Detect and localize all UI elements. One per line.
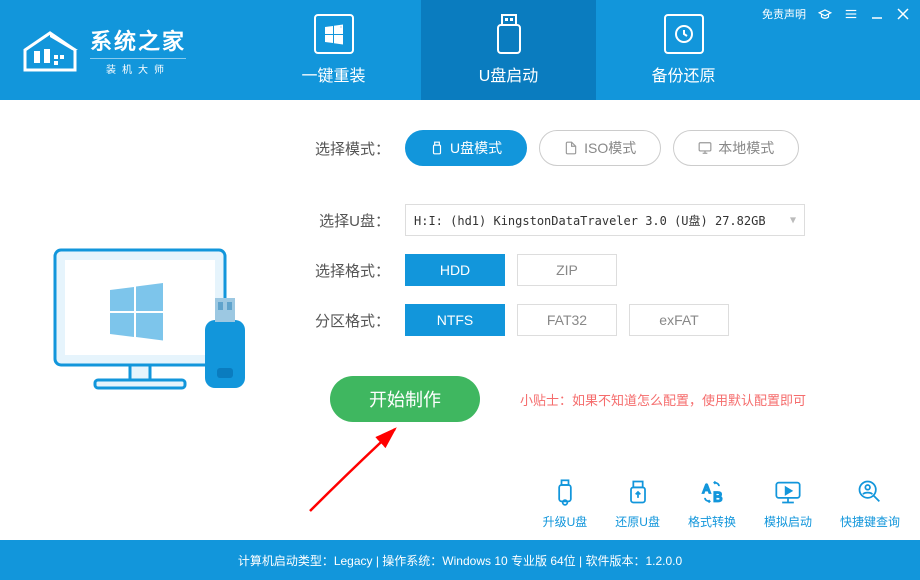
tab-label: 备份还原 [652, 62, 716, 86]
usb-icon [430, 141, 444, 155]
format-row: 选择格式： HDD ZIP [300, 254, 880, 286]
close-button[interactable] [896, 7, 910, 21]
format-label: 选择格式： [300, 260, 390, 281]
tool-upgrade-usb[interactable]: 升级U盘 [543, 477, 588, 530]
logo: 系统之家 装机大师 [0, 24, 186, 76]
partition-ntfs-button[interactable]: NTFS [405, 304, 505, 336]
chevron-down-icon: ▼ [790, 215, 796, 226]
file-icon [564, 141, 578, 155]
partition-row: 分区格式： NTFS FAT32 exFAT [300, 304, 880, 336]
tip-text: 小贴士：如果不知道怎么配置，使用默认配置即可 [520, 390, 806, 409]
tool-simulate-boot[interactable]: 模拟启动 [764, 477, 812, 530]
tabs: 一键重装 U盘启动 备份还原 [246, 0, 771, 100]
main-content: 选择模式： U盘模式 ISO模式 本地模式 选择U盘： H:I: (hd1) K… [0, 100, 920, 540]
action-row: 开始制作 小贴士：如果不知道怎么配置，使用默认配置即可 [330, 376, 880, 422]
svg-text:A: A [703, 483, 711, 496]
graduation-icon[interactable] [818, 7, 832, 21]
logo-icon [20, 25, 80, 75]
partition-fat32-button[interactable]: FAT32 [517, 304, 617, 336]
tab-backup[interactable]: 备份还原 [596, 0, 771, 100]
statusbar: 计算机启动类型：Legacy | 操作系统：Windows 10 专业版 64位… [0, 540, 920, 580]
mode-btn-label: ISO模式 [584, 138, 636, 158]
usb-upgrade-icon [550, 477, 580, 507]
partition-label: 分区格式： [300, 310, 390, 331]
tool-format-convert[interactable]: AB 格式转换 [688, 477, 736, 530]
svg-text:B: B [713, 488, 722, 504]
format-hdd-button[interactable]: HDD [405, 254, 505, 286]
statusbar-text: 计算机启动类型：Legacy | 操作系统：Windows 10 专业版 64位… [238, 552, 682, 569]
mode-iso-button[interactable]: ISO模式 [539, 130, 661, 166]
windows-reinstall-icon [314, 14, 354, 54]
start-button[interactable]: 开始制作 [330, 376, 480, 422]
minimize-button[interactable] [870, 7, 884, 21]
convert-icon: AB [697, 477, 727, 507]
usb-drive-row: 选择U盘： H:I: (hd1) KingstonDataTraveler 3.… [300, 204, 880, 236]
header: 免责声明 系统之家 装机大师 一键重装 U盘启动 备份还原 [0, 0, 920, 100]
menu-icon[interactable] [844, 7, 858, 21]
logo-title: 系统之家 [90, 24, 186, 56]
usb-drive-value: H:I: (hd1) KingstonDataTraveler 3.0 (U盘)… [414, 212, 766, 229]
usb-restore-icon [623, 477, 653, 507]
usb-drive-label: 选择U盘： [300, 210, 390, 231]
settings-panel: 选择模式： U盘模式 ISO模式 本地模式 选择U盘： H:I: (hd1) K… [300, 100, 920, 540]
mode-btn-label: 本地模式 [718, 138, 774, 158]
annotation-arrow [300, 411, 440, 521]
titlebar: 免责声明 [762, 6, 910, 22]
tool-restore-usb[interactable]: 还原U盘 [615, 477, 660, 530]
bottom-toolbar: 升级U盘 还原U盘 AB 格式转换 模拟启动 快捷键查询 [543, 477, 900, 530]
mode-btn-label: U盘模式 [450, 138, 502, 158]
tool-label: 快捷键查询 [840, 513, 900, 530]
tab-usb-boot[interactable]: U盘启动 [421, 0, 596, 100]
disclaimer-link[interactable]: 免责声明 [762, 6, 806, 22]
mode-row: 选择模式： U盘模式 ISO模式 本地模式 [300, 130, 880, 166]
tool-shortcut-query[interactable]: 快捷键查询 [840, 477, 900, 530]
illustration [0, 100, 300, 540]
mode-local-button[interactable]: 本地模式 [673, 130, 799, 166]
format-zip-button[interactable]: ZIP [517, 254, 617, 286]
tool-label: 模拟启动 [764, 513, 812, 530]
backup-restore-icon [664, 14, 704, 54]
mode-usb-button[interactable]: U盘模式 [405, 130, 527, 166]
usb-boot-icon [489, 14, 529, 54]
usb-drive-select[interactable]: H:I: (hd1) KingstonDataTraveler 3.0 (U盘)… [405, 204, 805, 236]
tool-label: 升级U盘 [543, 513, 588, 530]
tool-label: 还原U盘 [615, 513, 660, 530]
monitor-play-icon [773, 477, 803, 507]
monitor-icon [698, 141, 712, 155]
search-person-icon [855, 477, 885, 507]
tab-reinstall[interactable]: 一键重装 [246, 0, 421, 100]
tab-label: 一键重装 [302, 62, 366, 86]
tool-label: 格式转换 [688, 513, 736, 530]
partition-exfat-button[interactable]: exFAT [629, 304, 729, 336]
tab-label: U盘启动 [479, 62, 539, 86]
mode-label: 选择模式： [300, 138, 390, 159]
logo-subtitle: 装机大师 [90, 58, 186, 76]
